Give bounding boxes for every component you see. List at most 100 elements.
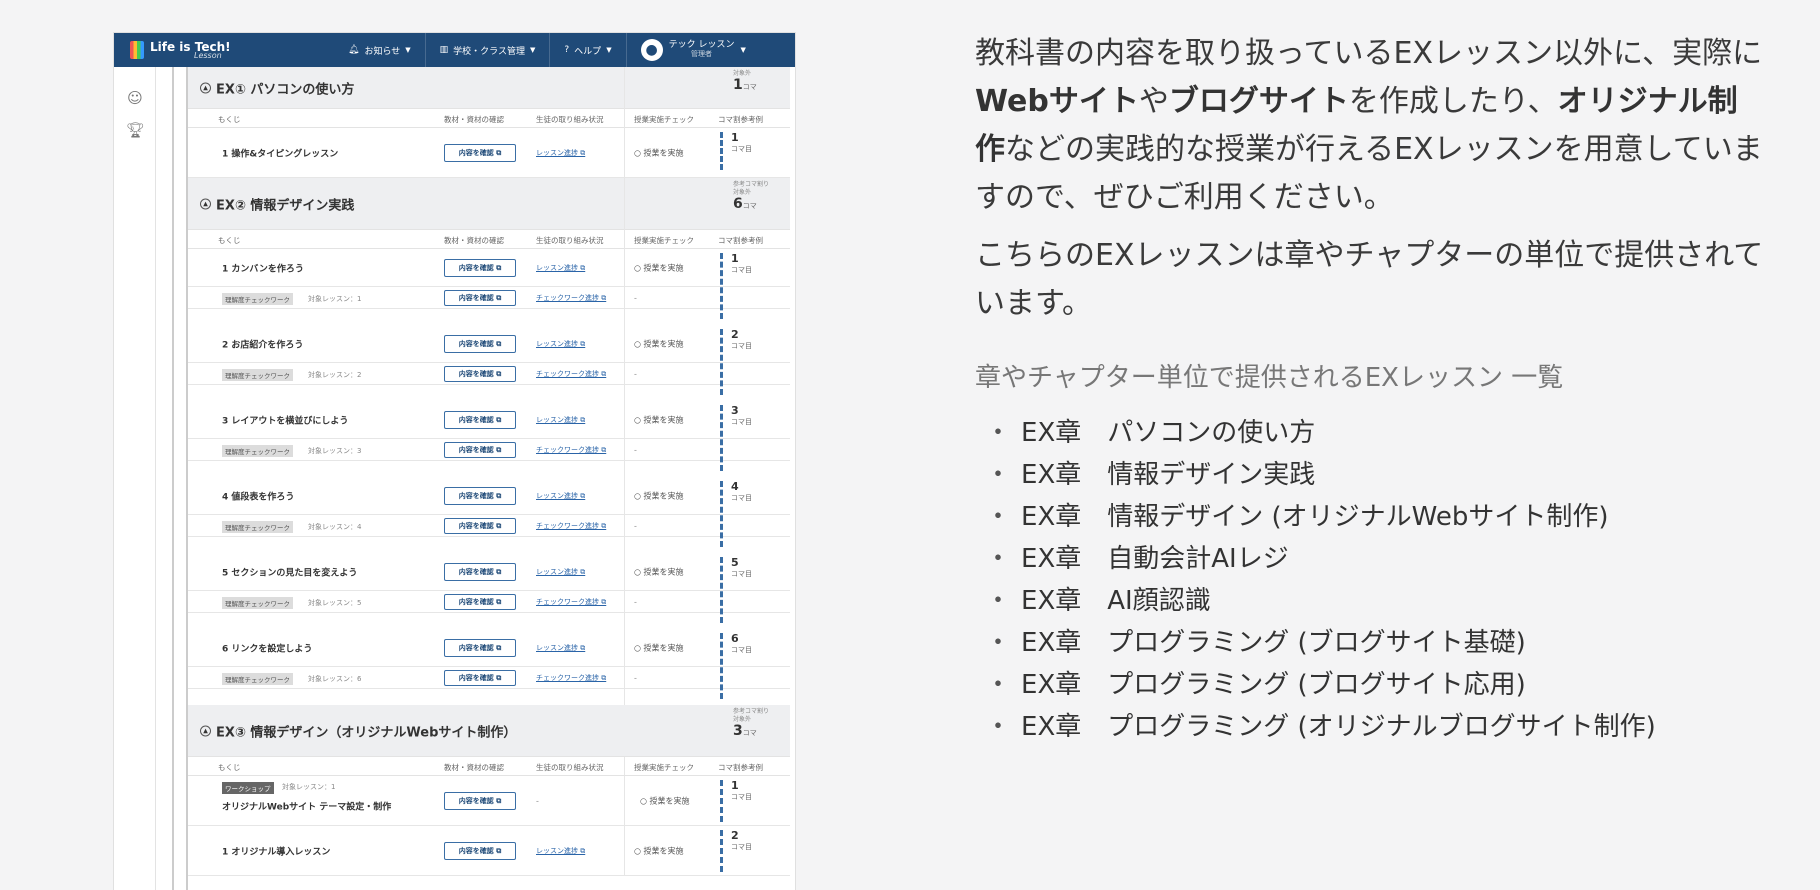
content-button[interactable]: 内容を確認 ⧉ xyxy=(444,486,516,505)
koma-unit: コマ目 xyxy=(731,570,752,579)
lesson-progress-link[interactable]: レッスン進捗 ⧉ xyxy=(536,643,585,653)
content-button[interactable]: 内容を確認 ⧉ xyxy=(444,441,516,458)
lesson-progress-link[interactable]: レッスン進捗 ⧉ xyxy=(536,148,585,158)
target-lesson: 対象レッスン：3 xyxy=(308,446,361,456)
table-row: 3 レイアウトを横並びにしよう 内容を確認 ⧉ レッスン進捗 ⧉ ○ 授業を実施 xyxy=(188,401,790,439)
content-button-label: 内容を確認 xyxy=(458,643,494,652)
check-label: 授業を実施 xyxy=(649,796,690,805)
lesson-title: 1 カンバンを作ろう xyxy=(222,264,304,274)
check-label: 授業を実施 xyxy=(643,846,684,855)
content-button[interactable]: 内容を確認 ⧉ xyxy=(444,638,516,657)
intro-text: などの実践的な授業が行えるEXレッスンを用意していますので、ぜひご利用ください。 xyxy=(975,132,1763,215)
section-meta: 対象外 1コマ xyxy=(733,70,757,93)
content-button[interactable]: 内容を確認 ⧉ xyxy=(444,289,516,306)
brand[interactable]: Life is Tech! Lesson xyxy=(114,41,334,60)
link-label: レッスン進捗 xyxy=(536,148,578,157)
content-button[interactable]: 内容を確認 ⧉ xyxy=(444,593,516,610)
content-button[interactable]: 内容を確認 ⧉ xyxy=(444,334,516,353)
class-check[interactable]: ○ 授業を実施 xyxy=(634,642,684,653)
section-header[interactable]: ▲ EX② 情報デザイン実践 参考コマ割り 対象外 6コマ xyxy=(188,178,790,230)
table-row: 1 操作&タイピングレッスン 内容を確認 ⧉ レッスン進捗 ⧉ ○ 授業を実施 … xyxy=(188,128,790,178)
table-row: 6 リンクを設定しよう 内容を確認 ⧉ レッスン進捗 ⧉ ○ 授業を実施 xyxy=(188,629,790,667)
class-check[interactable]: ○ 授業を実施 xyxy=(634,566,684,577)
content-button[interactable]: 内容を確認 ⧉ xyxy=(444,410,516,429)
link-label: チェックワーク進捗 xyxy=(536,597,599,606)
class-check[interactable]: ○ 授業を実施 xyxy=(634,845,684,856)
nav-help[interactable]: ? ヘルプ ▼ xyxy=(549,33,625,67)
checkwork-progress-link[interactable]: チェックワーク進捗 ⧉ xyxy=(536,521,606,531)
col-toc: もくじ xyxy=(218,236,241,245)
list-item: EX章 AI顔認識 xyxy=(975,580,1765,622)
chevron-down-icon: ▼ xyxy=(740,46,746,54)
koma-marker: 3 コマ目 xyxy=(720,404,752,471)
section-title: EX② 情報デザイン実践 xyxy=(216,198,355,213)
table-row: 2 お店紹介を作ろう 内容を確認 ⧉ レッスン進捗 ⧉ ○ 授業を実施 xyxy=(188,325,790,363)
checkwork-progress-link[interactable]: チェックワーク進捗 ⧉ xyxy=(536,597,606,607)
explanation-panel: 教科書の内容を取り扱っているEXレッスン以外に、実際に Webサイトやブログサイト… xyxy=(975,30,1765,748)
content-button[interactable]: 内容を確認 ⧉ xyxy=(444,258,516,277)
content-button[interactable]: 内容を確認 ⧉ xyxy=(444,841,516,860)
section-title: EX③ 情報デザイン（オリジナルWebサイト制作） xyxy=(216,725,517,740)
koma-number: 1 xyxy=(731,131,739,144)
content-button[interactable]: 内容を確認 ⧉ xyxy=(444,517,516,534)
nav-notifications[interactable]: 🔔︎ お知らせ ▼ xyxy=(334,33,425,67)
class-check[interactable]: ○ 授業を実施 xyxy=(634,147,684,158)
target-lesson: 対象レッスン：1 xyxy=(308,294,361,304)
target-lesson: 対象レッスン：5 xyxy=(308,598,361,608)
school-icon: ▥ xyxy=(439,45,449,55)
checkwork-progress-link[interactable]: チェックワーク進捗 ⧉ xyxy=(536,673,606,683)
section-header[interactable]: ▲ EX① パソコンの使い方 対象外 1コマ xyxy=(188,67,790,109)
target-lesson: 対象レッスン：6 xyxy=(308,674,361,684)
content-button[interactable]: 内容を確認 ⧉ xyxy=(444,562,516,581)
class-check[interactable]: ○ 授業を実施 xyxy=(634,262,684,273)
koma-number: 1 xyxy=(731,252,739,265)
checkwork-progress-link[interactable]: チェックワーク進捗 ⧉ xyxy=(536,445,606,455)
class-check[interactable]: ○ 授業を実施 xyxy=(634,490,684,501)
section-header[interactable]: ▲ EX③ 情報デザイン（オリジナルWebサイト制作） 参考コマ割り 対象外 3… xyxy=(188,705,790,757)
lesson-progress-link[interactable]: レッスン進捗 ⧉ xyxy=(536,491,585,501)
target-lesson: 対象レッスン：4 xyxy=(308,522,361,532)
content-button-label: 内容を確認 xyxy=(458,521,494,530)
target-lesson: 対象レッスン：1 xyxy=(282,782,335,792)
lesson-progress-link[interactable]: レッスン進捗 ⧉ xyxy=(536,567,585,577)
trophy-icon[interactable]: 🏆︎ xyxy=(126,121,145,139)
page: Life is Tech! Lesson 🔔︎ お知らせ ▼ ▥ 学校・クラス管… xyxy=(0,0,1820,890)
lesson-group: 1 操作&タイピングレッスン 内容を確認 ⧉ レッスン進捗 ⧉ ○ 授業を実施 … xyxy=(188,128,790,178)
smile-icon[interactable]: ☺ xyxy=(126,89,144,107)
content-button[interactable]: 内容を確認 ⧉ xyxy=(444,791,516,810)
lesson-progress-link[interactable]: レッスン進捗 ⧉ xyxy=(536,263,585,273)
lesson-block: 3 レイアウトを横並びにしよう 内容を確認 ⧉ レッスン進捗 ⧉ ○ 授業を実施 理解度… xyxy=(188,401,790,477)
target-label: 対象レッスン： xyxy=(308,523,357,531)
brand-sub: Lesson xyxy=(194,50,222,60)
lesson-group: 1 カンバンを作ろう 内容を確認 ⧉ レッスン進捗 ⧉ ○ 授業を実施 理解度チェックワ… xyxy=(188,67,790,876)
check-label: 授業を実施 xyxy=(643,148,684,157)
nav-school-class[interactable]: ▥ 学校・クラス管理 ▼ xyxy=(424,33,550,67)
content-button[interactable]: 内容を確認 ⧉ xyxy=(444,669,516,686)
checkwork-progress-link[interactable]: チェックワーク進捗 ⧉ xyxy=(536,293,606,303)
lesson-progress-link[interactable]: レッスン進捗 ⧉ xyxy=(536,846,585,856)
quiz-tag: 理解度チェックワーク xyxy=(222,521,293,533)
class-check[interactable]: ○ 授業を実施 xyxy=(634,414,684,425)
collapse-icon[interactable]: ▲ xyxy=(200,198,211,209)
user-menu[interactable]: ● テック レッスン 管理者 ▼ xyxy=(625,33,760,67)
content-button[interactable]: 内容を確認 ⧉ xyxy=(444,365,516,382)
content-button[interactable]: 内容を確認 ⧉ xyxy=(444,143,516,162)
class-check[interactable]: ○ 授業を実施 xyxy=(640,795,690,806)
koma-unit: コマ目 xyxy=(731,494,752,503)
lesson-progress-link[interactable]: レッスン進捗 ⧉ xyxy=(536,339,585,349)
checkwork-progress-link[interactable]: チェックワーク進捗 ⧉ xyxy=(536,369,606,379)
col-check: 授業実施チェック xyxy=(634,236,694,245)
class-check[interactable]: ○ 授業を実施 xyxy=(634,338,684,349)
koma-marker: 2 コマ目 xyxy=(720,328,752,395)
check-dash: - xyxy=(634,673,637,682)
quiz-row: 理解度チェックワーク 対象レッスン：3 内容を確認 ⧉ チェックワーク進捗 ⧉ - xyxy=(188,439,790,461)
lesson-progress-link[interactable]: レッスン進捗 ⧉ xyxy=(536,415,585,425)
list-heading: 章やチャプター単位で提供されるEXレッスン 一覧 xyxy=(975,363,1564,393)
collapse-icon[interactable]: ▲ xyxy=(200,725,211,736)
quiz-tag: 理解度チェックワーク xyxy=(222,369,293,381)
target-value: 3 xyxy=(357,447,362,455)
koma-marker: 5 コマ目 xyxy=(720,556,752,623)
koma-number: 3 xyxy=(731,404,739,417)
intro-paragraph: 教科書の内容を取り扱っているEXレッスン以外に、実際に Webサイトやブログサイト… xyxy=(975,30,1765,222)
collapse-icon[interactable]: ▲ xyxy=(200,82,211,93)
